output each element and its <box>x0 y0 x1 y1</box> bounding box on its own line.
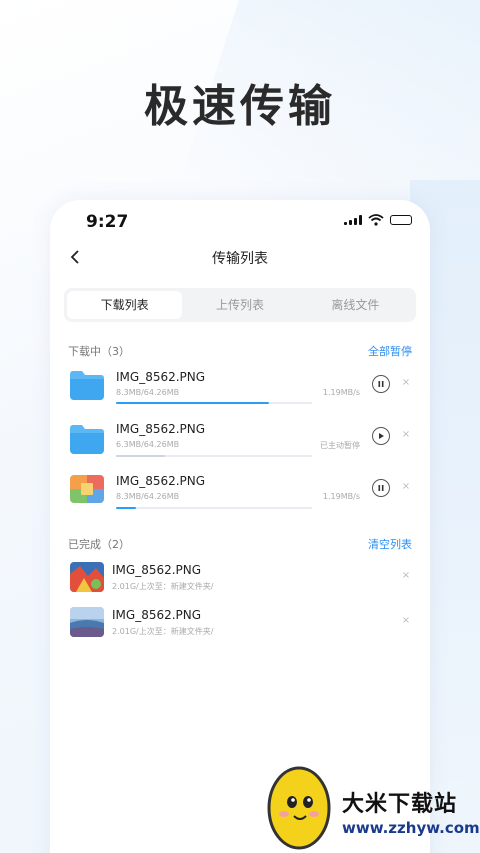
remove-button[interactable]: × <box>400 570 412 581</box>
download-item[interactable]: IMG_8562.PNG 8.3MB/64.26MB 1.19MB/s × <box>68 368 412 408</box>
completed-item[interactable]: IMG_8562.PNG 2.01G/上次至：新建文件夹/ × <box>68 607 412 641</box>
watermark-url: www.zzhyw.com <box>342 819 480 837</box>
file-save-location: 2.01G/上次至：新建文件夹/ <box>112 582 214 591</box>
completed-section-header: 已完成（2） 清空列表 <box>68 536 412 552</box>
page-title: 传输列表 <box>212 251 268 267</box>
wifi-icon <box>368 214 384 226</box>
battery-icon <box>390 215 412 225</box>
progress-bar <box>116 507 312 509</box>
file-size-progress: 8.3MB/64.26MB <box>116 388 180 397</box>
file-size-progress: 8.3MB/64.26MB <box>116 492 180 501</box>
tab-offline-files[interactable]: 离线文件 <box>298 291 413 319</box>
pause-icon <box>378 381 384 387</box>
pause-icon <box>378 485 384 491</box>
downloading-title: 下载中（3） <box>68 345 130 358</box>
status-bar: 9:27 <box>50 200 430 244</box>
file-name: IMG_8562.PNG <box>112 608 202 622</box>
status-time: 9:27 <box>86 212 129 232</box>
pause-button[interactable] <box>372 375 390 393</box>
promo-headline: 极速传输 <box>144 81 336 132</box>
image-thumbnail <box>70 562 104 592</box>
play-icon <box>379 433 384 439</box>
progress-bar <box>116 455 312 457</box>
clear-list-button[interactable]: 清空列表 <box>368 536 412 552</box>
remove-button[interactable]: × <box>400 481 412 492</box>
pause-all-button[interactable]: 全部暂停 <box>368 343 412 359</box>
download-item[interactable]: IMG_8562.PNG 8.3MB/64.26MB 1.19MB/s × <box>68 474 412 514</box>
watermark-title: 大米下载站 <box>342 792 458 817</box>
file-size-progress: 6.3MB/64.26MB <box>116 440 180 449</box>
file-name: IMG_8562.PNG <box>116 370 206 384</box>
image-icon <box>70 475 104 503</box>
tab-uploads[interactable]: 上传列表 <box>182 291 297 319</box>
completed-item[interactable]: IMG_8562.PNG 2.01G/上次至：新建文件夹/ × <box>68 562 412 596</box>
completed-title: 已完成（2） <box>68 538 130 551</box>
pause-button[interactable] <box>372 479 390 497</box>
status-icons <box>344 214 412 226</box>
remove-button[interactable]: × <box>400 615 412 626</box>
image-thumbnail <box>70 607 104 637</box>
resume-button[interactable] <box>372 427 390 445</box>
progress-bar <box>116 402 312 404</box>
remove-button[interactable]: × <box>400 429 412 440</box>
file-save-location: 2.01G/上次至：新建文件夹/ <box>112 627 214 636</box>
download-speed: 1.19MB/s <box>322 492 360 501</box>
tab-bar: 下载列表 上传列表 离线文件 <box>64 288 416 322</box>
watermark: 大米下载站 www.zzhyw.com <box>262 756 480 853</box>
remove-button[interactable]: × <box>400 377 412 388</box>
file-name: IMG_8562.PNG <box>112 563 202 577</box>
download-status: 已主动暂停 <box>320 441 360 450</box>
file-name: IMG_8562.PNG <box>116 422 206 436</box>
signal-icon <box>344 215 362 225</box>
downloading-section-header: 下载中（3） 全部暂停 <box>68 343 412 359</box>
download-speed: 1.19MB/s <box>322 388 360 397</box>
download-item[interactable]: IMG_8562.PNG 6.3MB/64.26MB 已主动暂停 × <box>68 422 412 462</box>
folder-icon <box>70 424 104 454</box>
nav-bar: 传输列表 <box>50 240 430 276</box>
tab-downloads[interactable]: 下载列表 <box>67 291 183 319</box>
file-name: IMG_8562.PNG <box>116 474 206 488</box>
folder-icon <box>70 370 104 400</box>
mascot-logo-icon <box>267 766 331 850</box>
